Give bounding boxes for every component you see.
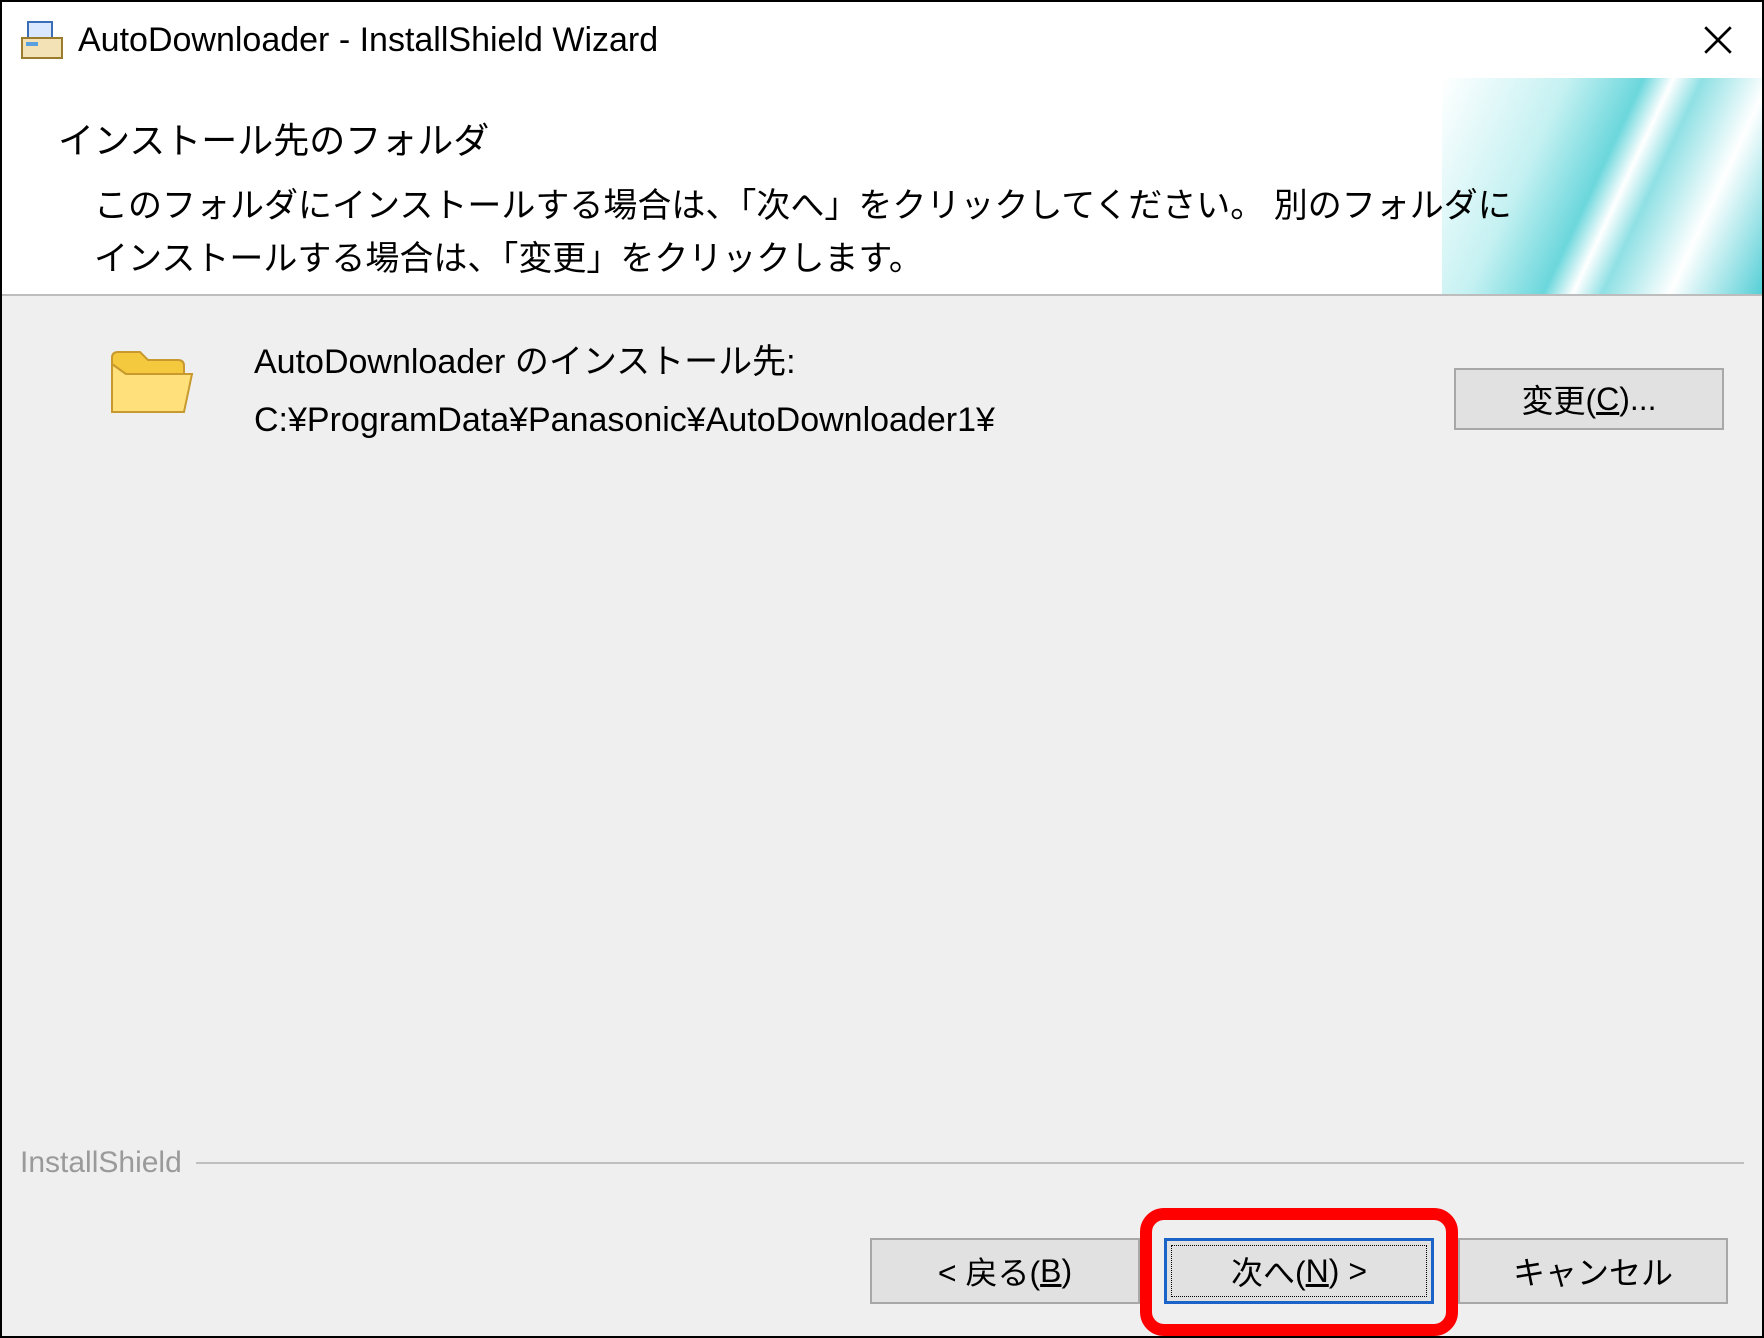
back-button[interactable]: < 戻る(B) <box>870 1238 1140 1304</box>
window-title: AutoDownloader - InstallShield Wizard <box>78 21 658 60</box>
cancel-button[interactable]: キャンセル <box>1458 1238 1728 1304</box>
installer-window: AutoDownloader - InstallShield Wizard イン… <box>0 0 1764 1338</box>
titlebar: AutoDownloader - InstallShield Wizard <box>2 2 1762 78</box>
installer-icon <box>20 18 64 62</box>
install-path: C:¥ProgramData¥Panasonic¥AutoDownloader1… <box>254 392 995 450</box>
folder-open-icon <box>106 340 194 428</box>
close-button[interactable] <box>1674 2 1762 78</box>
content-area: AutoDownloader のインストール先: C:¥ProgramData¥… <box>2 296 1762 1336</box>
page-subtitle: このフォルダにインストールする場合は、「次へ」をクリックしてください。 別のフォ… <box>94 180 1542 285</box>
next-button-wrap: 次へ(N) > <box>1164 1238 1434 1304</box>
footer-brand: InstallShield <box>20 1146 196 1180</box>
wizard-header: インストール先のフォルダ このフォルダにインストールする場合は、「次へ」をクリッ… <box>2 78 1762 296</box>
footer-divider <box>196 1162 1744 1164</box>
install-to-label: AutoDownloader のインストール先: <box>254 334 995 392</box>
page-title: インストール先のフォルダ <box>58 112 489 164</box>
wizard-button-row: < 戻る(B) 次へ(N) > キャンセル <box>870 1238 1728 1304</box>
next-button[interactable]: 次へ(N) > <box>1164 1238 1434 1304</box>
destination-folder-text: AutoDownloader のインストール先: C:¥ProgramData¥… <box>254 334 995 450</box>
change-button[interactable]: 変更(C)... <box>1454 368 1724 430</box>
footer-brand-row: InstallShield <box>20 1146 1744 1180</box>
